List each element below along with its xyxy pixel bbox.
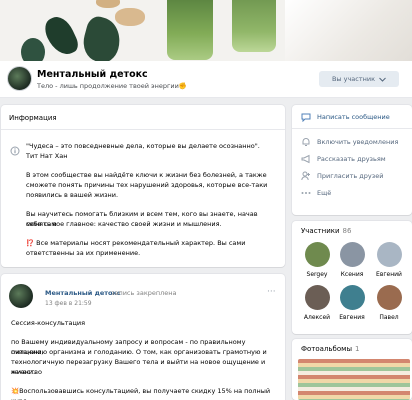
member-avatar — [376, 242, 402, 267]
member-avatar — [339, 285, 365, 310]
member-name: Алексей — [303, 314, 331, 321]
info-quote: "Чудеса – это повседневные дела, которые… — [26, 142, 260, 150]
member-name: Евгений — [376, 271, 402, 278]
actions-menu: Написать сообщение Включить уведомления … — [292, 105, 412, 215]
bell-icon — [301, 137, 311, 147]
member-avatar — [304, 242, 330, 267]
divider — [1, 129, 285, 130]
members-title-label: Участники — [301, 227, 340, 235]
member-avatar — [376, 285, 402, 310]
post-author-link[interactable]: Ментальный детокс — [45, 289, 121, 297]
member-status-button[interactable]: Вы участник — [319, 71, 399, 87]
post-pinned-label: запись закреплена — [111, 289, 177, 297]
member-name: Sergey — [306, 271, 328, 278]
post-menu-icon[interactable]: ··· — [267, 287, 276, 297]
member-avatar — [304, 285, 330, 310]
photo-albums-count: 1 — [354, 345, 360, 353]
post-author-avatar[interactable] — [9, 284, 33, 308]
send-message-button[interactable]: Написать сообщение — [301, 110, 390, 124]
green-smoothie-glass — [232, 0, 276, 52]
send-message-label: Написать сообщение — [317, 113, 390, 121]
info-paragraph: появились в вашей жизни. — [26, 191, 119, 199]
post-text-line: очищению организма и голоданию. О том, к… — [11, 348, 267, 356]
quote-icon — [10, 146, 20, 156]
group-name: Ментальный детокс — [37, 69, 148, 80]
photo-albums-label: Фотоальбомы — [301, 345, 352, 353]
group-avatar[interactable] — [7, 66, 32, 91]
photo-albums-block: Фотоальбомы 1 — [292, 339, 412, 400]
invite-friends-label: Пригласить друзей — [317, 172, 384, 180]
member-status-label: Вы участник — [331, 75, 376, 83]
kale-leaf-shape — [40, 12, 82, 60]
members-title[interactable]: Участники 86 — [301, 227, 351, 235]
info-title: Информация — [9, 114, 57, 122]
info-paragraph: ⁉️ Все материалы носят рекомендательный … — [26, 239, 246, 247]
member-item[interactable]: Ксения — [335, 242, 369, 278]
members-block: Участники 86 Sergey Ксения Евгений Алексе… — [292, 221, 412, 334]
message-icon — [301, 112, 311, 122]
group-header: Ментальный детокс Тело - лишь продолжени… — [0, 61, 412, 98]
member-item[interactable]: Алексей — [300, 285, 334, 321]
info-quote-author: Тит Нат Хан — [26, 152, 68, 160]
divider — [292, 128, 412, 129]
add-person-icon — [301, 171, 311, 181]
chevron-down-icon — [379, 77, 386, 82]
ginger-shape — [115, 8, 145, 26]
post-text-line: жизни. — [11, 368, 36, 376]
post-title: Сессия-консультация — [11, 319, 86, 327]
member-avatar — [339, 242, 365, 267]
tell-friends-label: Рассказать друзьям — [317, 155, 386, 163]
member-name: Ксения — [340, 271, 364, 278]
info-paragraph: В этом сообществе вы найдёте ключи к жиз… — [26, 171, 267, 179]
invite-friends-button[interactable]: Пригласить друзей — [301, 169, 383, 183]
tell-friends-button[interactable]: Рассказать друзьям — [301, 152, 386, 166]
member-item[interactable]: Sergey — [300, 242, 334, 278]
post-text-line: 💥Воспользовавшись консультацией, вы полу… — [11, 387, 271, 400]
member-item[interactable]: Евгения — [335, 285, 369, 321]
members-count: 86 — [342, 227, 352, 235]
kale-leaf-shape — [21, 38, 45, 61]
post-date[interactable]: 13 фев в 21:59 — [45, 300, 92, 307]
pinned-post: Ментальный детокс запись закреплена 13 ф… — [1, 274, 285, 400]
info-paragraph: сможете понять причины тех нарушений здо… — [26, 181, 268, 189]
more-button[interactable]: Ещё — [301, 186, 331, 200]
info-paragraph: себе самое главное: качество своей жизни… — [26, 220, 222, 228]
photo-albums-title[interactable]: Фотоальбомы 1 — [301, 345, 359, 353]
cover-image — [0, 0, 412, 61]
enable-notifications-label: Включить уведомления — [317, 138, 399, 146]
enable-notifications-button[interactable]: Включить уведомления — [301, 135, 398, 149]
info-card: Информация "Чудеса – это повседневные де… — [1, 105, 285, 267]
member-name: Евгения — [339, 314, 365, 321]
member-item[interactable]: Евгений — [372, 242, 406, 278]
album-thumbnail[interactable] — [298, 359, 410, 400]
green-smoothie-glass — [167, 0, 213, 60]
member-name: Павел — [379, 314, 399, 321]
megaphone-icon — [301, 154, 311, 164]
info-paragraph: ответственны за их применение. — [26, 249, 141, 257]
group-status: Тело - лишь продолжение твоей энергии✊ — [37, 82, 187, 90]
member-item[interactable]: Павел — [372, 285, 406, 321]
white-cloth — [285, 0, 412, 61]
ginger-shape — [96, 0, 120, 8]
more-icon — [301, 188, 311, 198]
more-label: Ещё — [317, 189, 332, 197]
